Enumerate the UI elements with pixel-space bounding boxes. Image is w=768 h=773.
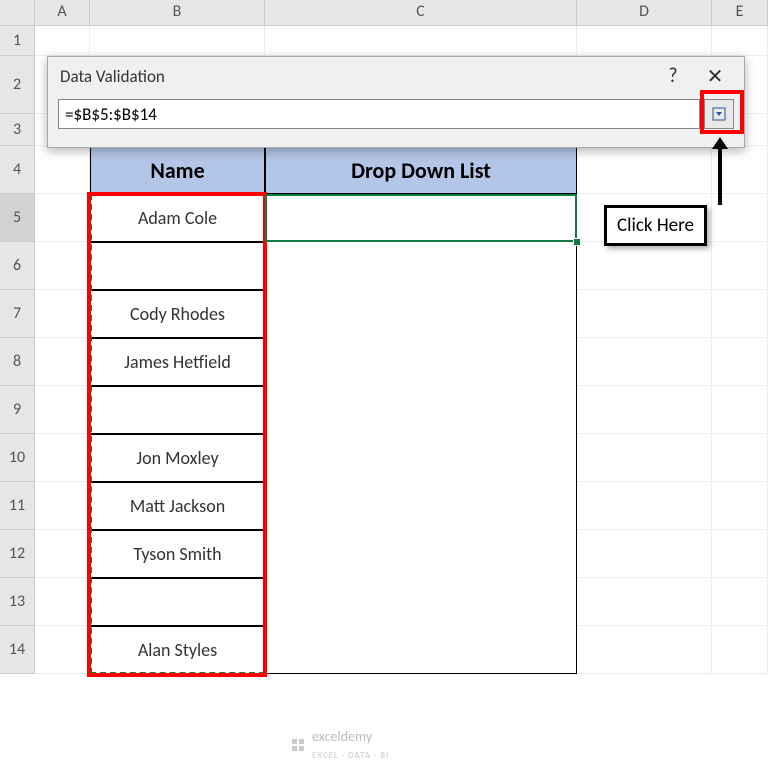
dialog-help-button[interactable]: ? (652, 64, 694, 88)
source-range-input[interactable] (58, 99, 700, 129)
cell-B7[interactable]: Cody Rhodes (90, 290, 265, 338)
cell-D11[interactable] (577, 482, 712, 530)
cell-C7[interactable] (265, 290, 577, 338)
watermark: exceldemy EXCEL · DATA · BI (290, 728, 389, 762)
cell-E14[interactable] (712, 626, 768, 674)
row-header-3[interactable]: 3 (0, 114, 35, 146)
cell-E9[interactable] (712, 386, 768, 434)
row-header-9[interactable]: 9 (0, 386, 35, 434)
row-header-1[interactable]: 1 (0, 26, 35, 56)
cell-E10[interactable] (712, 434, 768, 482)
cell-D10[interactable] (577, 434, 712, 482)
row-header-14[interactable]: 14 (0, 626, 35, 674)
cell-D8[interactable] (577, 338, 712, 386)
col-header-B[interactable]: B (90, 0, 265, 25)
cell-A11[interactable] (35, 482, 90, 530)
cell-E8[interactable] (712, 338, 768, 386)
expand-down-icon (712, 107, 726, 121)
watermark-sub: EXCEL · DATA · BI (312, 750, 389, 761)
cell-B5[interactable]: Adam Cole (90, 194, 265, 242)
cell-C12[interactable] (265, 530, 577, 578)
cell-A12[interactable] (35, 530, 90, 578)
cell-A13[interactable] (35, 578, 90, 626)
watermark-icon (290, 737, 306, 753)
cell-C9[interactable] (265, 386, 577, 434)
cell-A5[interactable] (35, 194, 90, 242)
click-here-callout: Click Here (604, 205, 707, 246)
cell-E7[interactable] (712, 290, 768, 338)
cell-B10[interactable]: Jon Moxley (90, 434, 265, 482)
row-header-11[interactable]: 11 (0, 482, 35, 530)
cell-A14[interactable] (35, 626, 90, 674)
cell-C5[interactable] (265, 194, 577, 242)
cell-B9[interactable] (90, 386, 265, 434)
col-header-E[interactable]: E (712, 0, 768, 25)
cell-E13[interactable] (712, 578, 768, 626)
expand-dialog-button[interactable] (704, 99, 734, 129)
cell-B8[interactable]: James Hetfield (90, 338, 265, 386)
row-header-4[interactable]: 4 (0, 146, 35, 194)
cell-D14[interactable] (577, 626, 712, 674)
annotation-arrow (700, 135, 740, 210)
dialog-close-button[interactable]: ✕ (694, 64, 736, 89)
cell-A1[interactable] (35, 26, 90, 56)
header-dropdown[interactable]: Drop Down List (265, 146, 577, 194)
cell-E12[interactable] (712, 530, 768, 578)
row-header-2[interactable]: 2 (0, 56, 35, 114)
row-header-8[interactable]: 8 (0, 338, 35, 386)
row-header-7[interactable]: 7 (0, 290, 35, 338)
fill-handle[interactable] (573, 238, 581, 246)
callout-text: Click Here (604, 205, 707, 246)
spreadsheet-grid: A B C D E 1 2 Data Validation List in ex… (0, 0, 768, 773)
cell-B13[interactable] (90, 578, 265, 626)
row-header-13[interactable]: 13 (0, 578, 35, 626)
cell-D4[interactable] (577, 146, 712, 194)
row-header-12[interactable]: 12 (0, 530, 35, 578)
row-header-5[interactable]: 5 (0, 194, 35, 242)
col-header-C[interactable]: C (265, 0, 577, 25)
select-all-corner[interactable] (0, 0, 35, 25)
cell-D1[interactable] (577, 26, 712, 56)
cell-D12[interactable] (577, 530, 712, 578)
cell-D6[interactable] (577, 242, 712, 290)
cell-B1[interactable] (90, 26, 265, 56)
cell-A7[interactable] (35, 290, 90, 338)
cell-B11[interactable]: Matt Jackson (90, 482, 265, 530)
cell-C8[interactable] (265, 338, 577, 386)
column-headers: A B C D E (0, 0, 768, 26)
cell-C13[interactable] (265, 578, 577, 626)
cell-A8[interactable] (35, 338, 90, 386)
cell-E1[interactable] (712, 26, 768, 56)
cell-A6[interactable] (35, 242, 90, 290)
cell-D13[interactable] (577, 578, 712, 626)
cell-E11[interactable] (712, 482, 768, 530)
col-header-A[interactable]: A (35, 0, 90, 25)
cell-C14[interactable] (265, 626, 577, 674)
header-name[interactable]: Name (90, 146, 265, 194)
cell-C10[interactable] (265, 434, 577, 482)
data-validation-dialog: Data Validation ? ✕ (47, 56, 745, 148)
cell-C1[interactable] (265, 26, 577, 56)
cell-D7[interactable] (577, 290, 712, 338)
cell-C11[interactable] (265, 482, 577, 530)
cell-D9[interactable] (577, 386, 712, 434)
cell-A9[interactable] (35, 386, 90, 434)
cell-E6[interactable] (712, 242, 768, 290)
cell-B6[interactable] (90, 242, 265, 290)
cell-B12[interactable]: Tyson Smith (90, 530, 265, 578)
dialog-title: Data Validation (60, 66, 652, 87)
watermark-name: exceldemy (312, 728, 372, 745)
cell-B14[interactable]: Alan Styles (90, 626, 265, 674)
row-header-10[interactable]: 10 (0, 434, 35, 482)
cell-A10[interactable] (35, 434, 90, 482)
col-header-D[interactable]: D (577, 0, 712, 25)
row-header-6[interactable]: 6 (0, 242, 35, 290)
cell-C6[interactable] (265, 242, 577, 290)
cell-A4[interactable] (35, 146, 90, 194)
